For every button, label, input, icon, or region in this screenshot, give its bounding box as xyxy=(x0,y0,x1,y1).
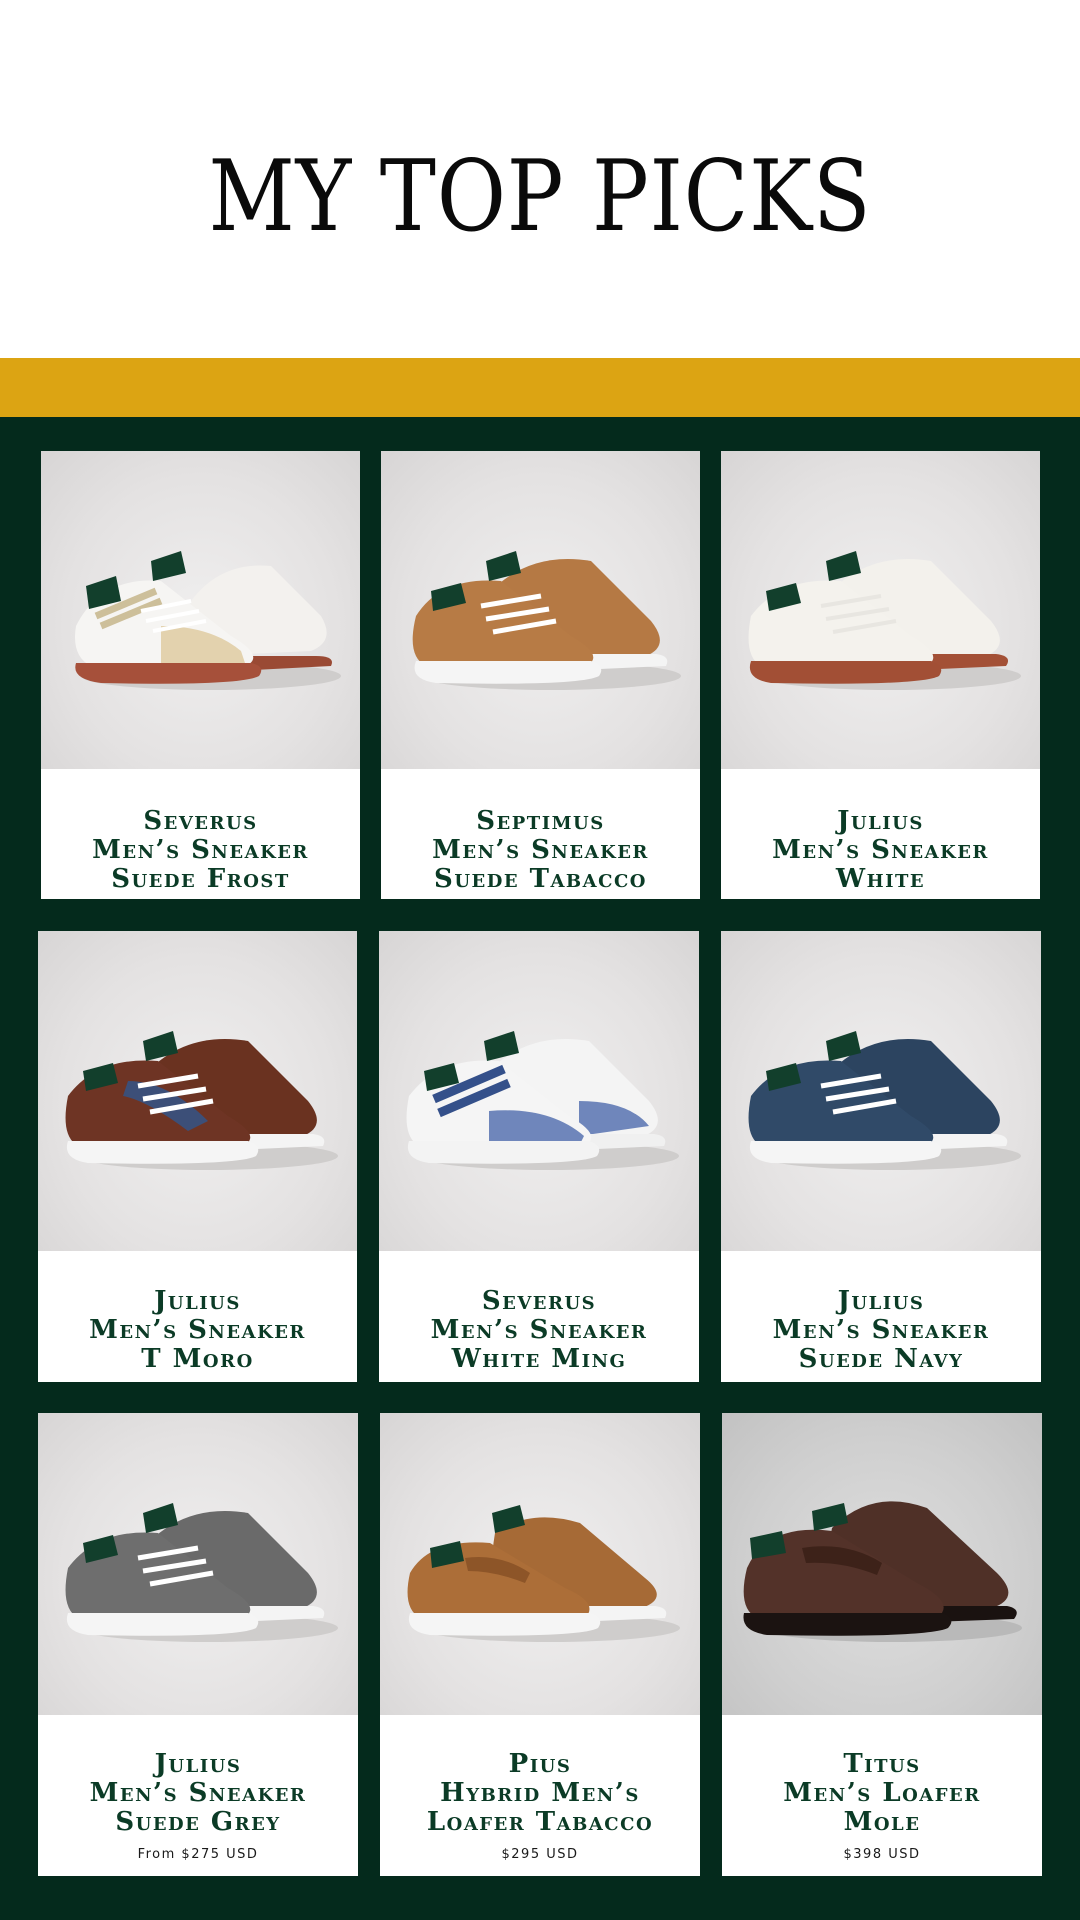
product-name: Julius xyxy=(837,1286,925,1316)
product-type: Men’s Sneaker xyxy=(89,1778,307,1808)
product-photo[interactable] xyxy=(381,451,700,769)
product-photo[interactable] xyxy=(38,1413,358,1715)
product-name: Septimus xyxy=(476,806,605,836)
product-name: Severus xyxy=(481,1286,597,1316)
loafer-tabacco-icon xyxy=(407,1505,680,1642)
product-photo[interactable] xyxy=(380,1413,700,1715)
product-name: Titus xyxy=(843,1749,921,1779)
product-name: Julius xyxy=(154,1286,241,1316)
sneaker-tmoro-icon xyxy=(65,1031,338,1170)
product-variant: Suede Navy xyxy=(798,1344,964,1374)
product-card[interactable]: Julius Men’s Sneaker T Moro xyxy=(38,931,357,1382)
product-title[interactable]: Julius Men’s Sneaker Suede Grey xyxy=(38,1750,358,1837)
product-title[interactable]: Pius Hybrid Men’s Loafer Tabacco xyxy=(380,1750,700,1837)
product-type: Men’s Sneaker xyxy=(772,1315,990,1345)
product-variant: Suede Frost xyxy=(111,864,290,894)
loafer-mole-icon xyxy=(743,1501,1022,1642)
product-price: $295 USD xyxy=(501,1847,579,1862)
product-card[interactable]: Titus Men’s Loafer Mole $398 USD xyxy=(722,1413,1042,1876)
product-variant: White xyxy=(835,864,926,894)
product-photo[interactable] xyxy=(721,931,1041,1251)
page-title: MY TOP PICKS xyxy=(208,140,872,254)
product-type: Men’s Sneaker xyxy=(92,835,309,865)
sneaker-grey-icon xyxy=(65,1503,338,1642)
product-title[interactable]: Titus Men’s Loafer Mole xyxy=(722,1750,1042,1837)
product-price: $398 USD xyxy=(843,1847,921,1862)
sneaker-navy-icon xyxy=(748,1031,1021,1170)
product-title[interactable]: Julius Men’s Sneaker T Moro xyxy=(38,1287,357,1374)
product-card[interactable]: Septimus Men’s Sneaker Suede Tabacco xyxy=(381,451,700,899)
product-card[interactable]: Severus Men’s Sneaker White Ming xyxy=(379,931,699,1382)
product-variant: White Ming xyxy=(451,1344,627,1374)
product-photo[interactable] xyxy=(379,931,699,1251)
header: MY TOP PICKS xyxy=(0,0,1080,358)
product-card[interactable]: Severus Men’s Sneaker Suede Frost xyxy=(41,451,360,899)
product-card[interactable]: Pius Hybrid Men’s Loafer Tabacco $295 US… xyxy=(380,1413,700,1876)
product-title[interactable]: Septimus Men’s Sneaker Suede Tabacco xyxy=(381,807,700,894)
product-type: Men’s Sneaker xyxy=(432,835,649,865)
product-photo[interactable] xyxy=(722,1413,1042,1715)
product-name: Severus xyxy=(143,806,258,836)
product-type: Men’s Sneaker xyxy=(430,1315,648,1345)
product-photo[interactable] xyxy=(41,451,360,769)
product-name: Julius xyxy=(837,806,924,836)
product-card[interactable]: Julius Men’s Sneaker Suede Grey From $27… xyxy=(38,1413,358,1876)
sneaker-white-icon xyxy=(748,551,1021,690)
product-variant: Suede Grey xyxy=(115,1807,281,1837)
product-photo[interactable] xyxy=(721,451,1040,769)
product-type: Men’s Sneaker xyxy=(772,835,989,865)
sneaker-frost-icon xyxy=(75,551,341,690)
product-photo[interactable] xyxy=(38,931,357,1251)
product-type: Men’s Sneaker xyxy=(89,1315,306,1345)
product-variant: Suede Tabacco xyxy=(434,864,647,894)
product-name: Julius xyxy=(154,1749,242,1779)
sneaker-whiteming-icon xyxy=(406,1031,679,1170)
product-title[interactable]: Severus Men’s Sneaker White Ming xyxy=(379,1287,699,1374)
product-name: Pius xyxy=(508,1749,572,1779)
product-title[interactable]: Julius Men’s Sneaker White xyxy=(721,807,1040,894)
product-card[interactable]: Julius Men’s Sneaker Suede Navy xyxy=(721,931,1041,1382)
product-title[interactable]: Severus Men’s Sneaker Suede Frost xyxy=(41,807,360,894)
accent-band xyxy=(0,358,1080,417)
product-variant: Mole xyxy=(843,1807,921,1837)
product-card[interactable]: Julius Men’s Sneaker White xyxy=(721,451,1040,899)
sneaker-tabacco-icon xyxy=(412,551,681,690)
product-type: Men’s Loafer xyxy=(783,1778,981,1808)
product-title[interactable]: Julius Men’s Sneaker Suede Navy xyxy=(721,1287,1041,1374)
product-price: From $275 USD xyxy=(137,1847,259,1862)
product-variant: T Moro xyxy=(141,1344,254,1374)
product-type: Hybrid Men’s xyxy=(440,1778,640,1808)
product-variant: Loafer Tabacco xyxy=(426,1807,654,1837)
